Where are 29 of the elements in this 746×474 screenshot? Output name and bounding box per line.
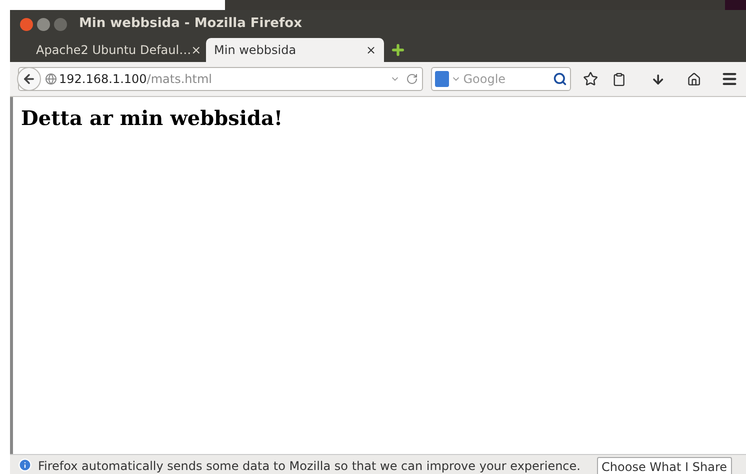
search-engine-icon[interactable] xyxy=(435,71,450,87)
tab[interactable]: Apache2 Ubuntu Defaul…× xyxy=(28,38,206,62)
tab-close-button[interactable]: × xyxy=(191,41,202,59)
window-title: Min webbsida - Mozilla Firefox xyxy=(79,15,302,34)
tab-title: Apache2 Ubuntu Defaul… xyxy=(36,42,192,59)
info-icon xyxy=(18,458,32,472)
page-heading: Detta ar min webbsida! xyxy=(21,105,284,132)
home-icon[interactable] xyxy=(686,72,701,86)
menu-icon[interactable] xyxy=(720,70,738,88)
tab[interactable]: Min webbsida × xyxy=(206,38,384,62)
tab-title: Min webbsida xyxy=(214,42,298,59)
url-text: 192.168.1.100/mats.html xyxy=(59,71,213,88)
choose-what-i-share-button[interactable]: Choose What I Share xyxy=(596,457,732,474)
notification-message: Firefox automatically sends some data to Mozilla so that we can improve your experience. xyxy=(38,458,580,474)
globe-icon xyxy=(45,73,57,85)
reload-icon[interactable] xyxy=(406,73,418,85)
new-tab-icon[interactable] xyxy=(390,42,406,58)
url-field[interactable]: 192.168.1.100/mats.html xyxy=(18,67,424,91)
close-window-button[interactable] xyxy=(20,18,33,30)
download-icon[interactable] xyxy=(650,72,665,86)
tab-close-button[interactable]: × xyxy=(366,41,376,59)
minimize-button[interactable] xyxy=(37,18,50,30)
search-icon[interactable] xyxy=(553,72,568,86)
search-input[interactable]: Google xyxy=(463,70,552,88)
bookmark-star-icon[interactable] xyxy=(583,71,598,87)
back-button[interactable] xyxy=(17,67,41,91)
clipboard-icon[interactable] xyxy=(612,72,627,86)
back-arrow-icon xyxy=(22,72,36,86)
search-field[interactable]: Google xyxy=(431,67,572,91)
